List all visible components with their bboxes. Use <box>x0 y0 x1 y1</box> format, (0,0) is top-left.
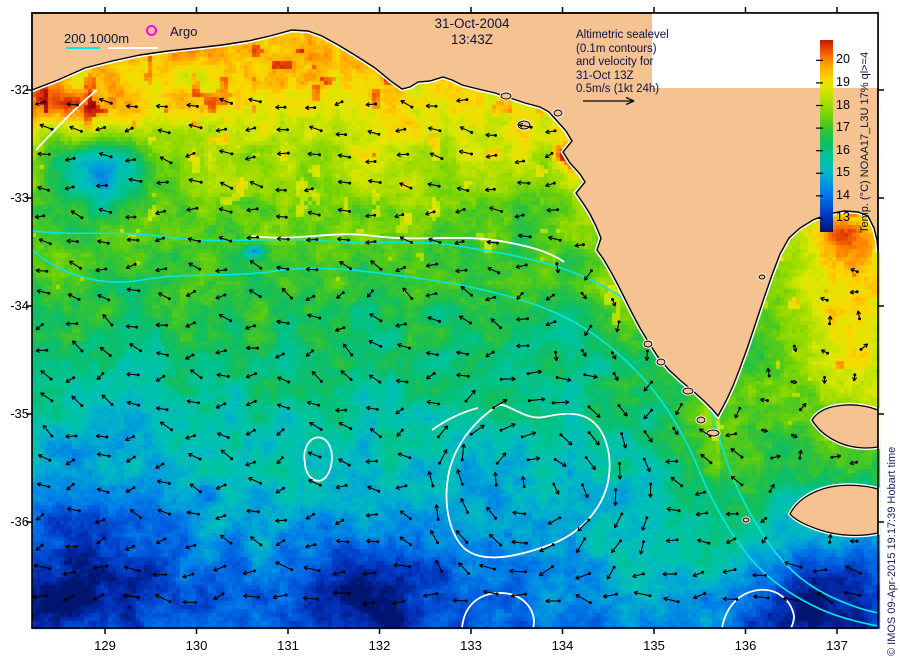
sealevel-contour-1 <box>431 407 479 431</box>
sealevel-contour-6 <box>251 233 565 263</box>
island-0 <box>500 92 512 100</box>
copyright-text: © IMOS 09-Apr-2015 19:17:39 Hobart time <box>886 446 898 656</box>
map-date: 31-Oct-2004 <box>434 16 510 31</box>
lon-axis-label: 132 <box>368 638 391 653</box>
sealevel-contour-3 <box>461 592 535 629</box>
colorbar-tick-label: 15 <box>836 165 850 180</box>
lat-axis-label: -34 <box>10 298 29 313</box>
colorbar-tick-label: 14 <box>836 187 850 202</box>
lat-axis-label: -33 <box>10 190 29 205</box>
island-2 <box>553 109 563 117</box>
lon-axis-label: 131 <box>277 638 299 653</box>
island-6 <box>696 416 706 424</box>
lon-axis-label: 130 <box>185 638 208 653</box>
altimetric-note-line3: and velocity for <box>576 56 654 68</box>
altimetric-note: Altimetric sealevel (0.1m contours) and … <box>576 29 669 97</box>
altimetric-note-line4: 31-Oct 13Z <box>576 69 634 82</box>
depth-contour-legend: 200 1000m <box>64 31 130 46</box>
lon-axis-label: 129 <box>94 638 116 653</box>
sealevel-contour-0 <box>445 404 611 559</box>
island-5 <box>682 387 694 395</box>
map-overlay <box>26 7 884 634</box>
depth-200m-line <box>66 47 100 49</box>
colorbar-tick-label: 19 <box>836 74 850 89</box>
colorbar-gradient <box>820 40 833 232</box>
lon-axis-label: 135 <box>643 638 665 653</box>
altimetric-note-line5: 0.5m/s (1kt 24h) <box>576 83 660 95</box>
colorbar-tick-label: 18 <box>836 97 850 112</box>
depth-1000m-line <box>108 47 158 49</box>
argo-legend-label: Argo <box>170 24 198 39</box>
sealevel-contour-5 <box>35 89 98 151</box>
lon-axis-label: 134 <box>551 638 574 653</box>
altimetric-note-line1: Altimetric sealevel <box>576 29 669 41</box>
lon-axis-label: 133 <box>460 638 482 653</box>
sealevel-contour-2 <box>303 436 333 482</box>
island-3 <box>643 340 653 348</box>
island-8 <box>758 274 766 280</box>
lat-axis-label: -35 <box>10 406 29 421</box>
colorbar-tick-label: 17 <box>836 120 850 135</box>
argo-float-icon <box>146 25 157 36</box>
yorke-peninsula <box>811 404 879 449</box>
sst-map-figure: 200 1000m Argo 31-Oct-2004 13:43Z Altime… <box>0 0 900 660</box>
island-9 <box>742 517 750 523</box>
map-datetime: 31-Oct-2004 13:43Z <box>397 16 547 48</box>
island-4 <box>656 358 666 366</box>
colorbar-tick-label: 13 <box>836 210 850 225</box>
altimetric-note-line2: (0.1m contours) <box>576 42 657 55</box>
kangaroo-island <box>789 484 879 537</box>
colorbar-tick-label: 16 <box>836 142 850 157</box>
sealevel-contour-4 <box>721 588 795 629</box>
lon-axis-label: 136 <box>734 638 757 653</box>
colorbar-axis-label: Temp. (°C) NOAA17_L3U 17% ql>=4 <box>859 51 871 233</box>
lat-axis-label: -36 <box>10 514 29 529</box>
map-time: 13:43Z <box>450 32 494 47</box>
lon-axis-label: 137 <box>826 638 848 653</box>
colorbar-tick-label: 20 <box>836 52 850 67</box>
lat-axis-label: -32 <box>10 82 29 97</box>
